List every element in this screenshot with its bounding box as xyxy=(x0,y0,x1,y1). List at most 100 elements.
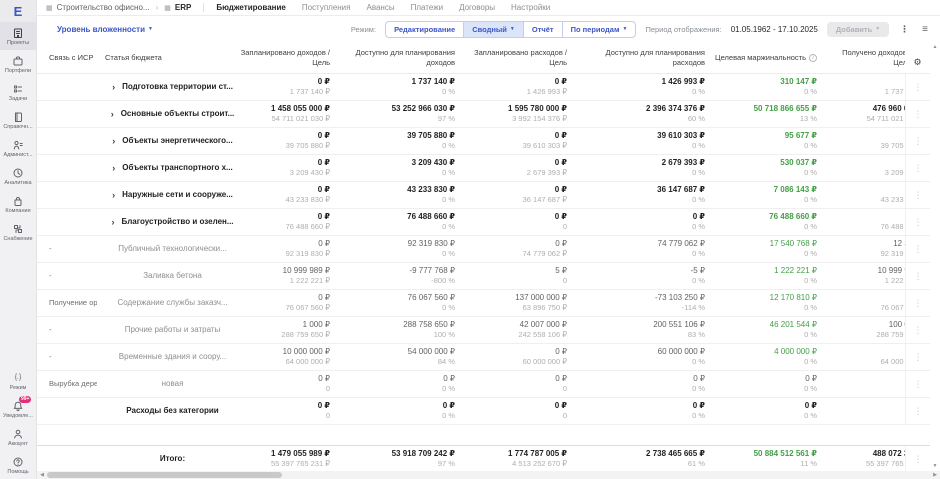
table-row[interactable]: Расходы без категории0 ₽00 ₽0 %0 ₽00 ₽0 … xyxy=(37,398,930,425)
app-grid-icon: ▦ xyxy=(164,4,171,12)
app-sidebar: E ПроектыПортфелиЗадачиСправочн...Админи… xyxy=(0,0,37,479)
sidebar-item-account[interactable]: Аккаунт xyxy=(0,423,36,451)
available-income-value: 53 918 709 242 ₽ xyxy=(330,449,455,459)
cell-row-actions: ⋮ xyxy=(905,290,930,316)
row-menu-icon[interactable]: ⋮ xyxy=(914,163,923,173)
expand-chevron-icon[interactable]: › xyxy=(112,190,115,200)
row-menu-icon[interactable]: ⋮ xyxy=(914,271,923,281)
table-row[interactable]: Получение орСодержание службы заказч...0… xyxy=(37,290,930,317)
nesting-level-dropdown[interactable]: Уровень вложенности ▼ xyxy=(57,25,153,34)
table-row[interactable]: ›Основные объекты строит...1 458 055 000… xyxy=(37,101,930,128)
scroll-left-icon[interactable]: ◀ xyxy=(37,472,47,478)
row-menu-icon[interactable]: ⋮ xyxy=(914,217,923,227)
table-row[interactable]: Вырубка дереновая0 ₽00 ₽0 %0 ₽00 ₽0 %0 ₽… xyxy=(37,371,930,398)
sidebar-item-notifications[interactable]: 99+Уведомле... xyxy=(0,395,36,423)
app-logo[interactable]: E xyxy=(0,0,36,22)
budget-item-label: Публичный технологически... xyxy=(118,244,227,254)
row-menu-icon[interactable]: ⋮ xyxy=(914,244,923,254)
tab-3[interactable]: Авансы xyxy=(366,3,394,12)
scroll-down-icon[interactable]: ▼ xyxy=(933,463,938,469)
row-menu-icon[interactable]: ⋮ xyxy=(914,82,923,92)
row-menu-icon[interactable]: ⋮ xyxy=(914,190,923,200)
row-menu-icon[interactable]: ⋮ xyxy=(914,136,923,146)
cell-available-income: -9 777 768 ₽-800 % xyxy=(330,266,455,286)
menu-icon[interactable]: ≡ xyxy=(920,24,930,35)
received-income-value: 476 960 000 ₽ xyxy=(817,104,905,114)
row-menu-icon[interactable]: ⋮ xyxy=(914,325,923,335)
expand-chevron-icon[interactable]: › xyxy=(111,217,114,227)
table-row[interactable]: -Публичный технологически...0 ₽92 319 83… xyxy=(37,236,930,263)
sidebar-item-company[interactable]: Компания xyxy=(0,190,36,218)
scroll-right-icon[interactable]: ▶ xyxy=(930,472,940,478)
planned-income-target: 39 705 880 ₽ xyxy=(240,141,330,151)
row-menu-icon[interactable]: ⋮ xyxy=(914,352,923,362)
sidebar-item-tasks[interactable]: Задачи xyxy=(0,78,36,106)
table-row[interactable]: -Прочие работы и затраты1 000 ₽288 759 6… xyxy=(37,317,930,344)
horizontal-scroll-thumb[interactable] xyxy=(47,472,282,478)
sidebar-item-administration[interactable]: Админист... xyxy=(0,134,36,162)
expand-chevron-icon[interactable]: › xyxy=(112,136,115,146)
sidebar-item-mode[interactable]: {.}Режим xyxy=(0,367,36,395)
table-row[interactable]: ›Объекты энергетического...0 ₽39 705 880… xyxy=(37,128,930,155)
cell-planned-income: 0 ₽76 488 660 ₽ xyxy=(240,212,330,232)
planned-income-value: 10 999 989 ₽ xyxy=(240,266,330,276)
sidebar-item-supply[interactable]: Снабжение xyxy=(0,218,36,246)
breadcrumb-project[interactable]: Строительство офисно... xyxy=(57,3,150,12)
planned-income-target: 3 209 430 ₽ xyxy=(240,168,330,178)
table-settings-gear-icon[interactable]: ⚙ xyxy=(913,57,921,67)
horizontal-scrollbar[interactable]: ◀ ▶ xyxy=(37,471,940,479)
available-expense-value: -73 103 250 ₽ xyxy=(567,293,705,303)
cell-available-income: 54 000 000 ₽84 % xyxy=(330,347,455,367)
target-margin-value: 50 718 866 655 ₽ xyxy=(705,104,817,114)
available-expense-target: 0 % xyxy=(567,87,705,97)
cell-target-margin: 530 037 ₽0 % xyxy=(705,158,817,178)
mode-button-1[interactable]: Редактирование xyxy=(386,22,463,37)
isr-value: Вырубка дере xyxy=(49,379,97,389)
planned-income-target: 76 067 560 ₽ xyxy=(240,303,330,313)
tab-5[interactable]: Договоры xyxy=(459,3,495,12)
mode-button-2[interactable]: Сводный▼ xyxy=(463,22,523,37)
notification-count-badge: 99+ xyxy=(19,396,31,403)
sidebar-item-directories[interactable]: Справочн... xyxy=(0,106,36,134)
vertical-scrollbar[interactable]: ▲ ▼ xyxy=(930,42,940,471)
row-menu-icon[interactable]: ⋮ xyxy=(914,109,923,119)
total-row[interactable]: Итого:1 479 055 989 ₽55 397 765 231 ₽53 … xyxy=(37,445,930,471)
table-row[interactable]: -Заливка бетона10 999 989 ₽1 222 221 ₽-9… xyxy=(37,263,930,290)
sidebar-item-help[interactable]: Помощь xyxy=(0,451,36,479)
info-icon[interactable]: i xyxy=(809,54,817,62)
scroll-up-icon[interactable]: ▲ xyxy=(933,44,938,50)
tab-6[interactable]: Настройки xyxy=(511,3,550,12)
help-icon xyxy=(12,456,24,468)
received-income-value: 0 ₽ xyxy=(817,293,905,303)
expand-chevron-icon[interactable]: › xyxy=(112,163,115,173)
expand-chevron-icon[interactable]: › xyxy=(111,109,114,119)
tab-2[interactable]: Поступления xyxy=(302,3,351,12)
sidebar-item-analytics[interactable]: Аналитика xyxy=(0,162,36,190)
table-row[interactable]: ›Наружные сети и сооруже...0 ₽43 233 830… xyxy=(37,182,930,209)
breadcrumb-app[interactable]: ERP xyxy=(175,3,191,12)
row-menu-icon[interactable]: ⋮ xyxy=(914,379,923,389)
row-menu-icon[interactable]: ⋮ xyxy=(914,406,923,416)
available-income-target: 0 % xyxy=(330,87,455,97)
mode-button-4[interactable]: По периодам▼ xyxy=(562,22,636,37)
more-options-icon[interactable]: ⋮ xyxy=(898,24,911,35)
sidebar-item-projects[interactable]: Проекты xyxy=(0,22,36,50)
table-row[interactable]: ›Объекты транспортного х...0 ₽3 209 430 … xyxy=(37,155,930,182)
supply-icon xyxy=(12,223,24,235)
tab-1[interactable]: Бюджетирование xyxy=(216,3,286,12)
add-button[interactable]: Добавить ▼ xyxy=(827,22,889,37)
table-row[interactable]: ›Благоустройство и озелен...0 ₽76 488 66… xyxy=(37,209,930,236)
mode-button-3[interactable]: Отчёт xyxy=(523,22,562,37)
planned-expense-target: 63 896 750 ₽ xyxy=(455,303,567,313)
cell-target-margin: 310 147 ₽0 % xyxy=(705,77,817,97)
cell-available-expense: 2 396 374 376 ₽60 % xyxy=(567,104,705,124)
expand-chevron-icon[interactable]: › xyxy=(112,82,115,92)
row-menu-icon[interactable]: ⋮ xyxy=(914,298,923,308)
table-row[interactable]: -Временные здания и соору...10 000 000 ₽… xyxy=(37,344,930,371)
sidebar-item-portfolios[interactable]: Портфели xyxy=(0,50,36,78)
period-value[interactable]: 01.05.1962 - 17.10.2025 xyxy=(731,25,818,34)
available-income-value: 0 ₽ xyxy=(330,401,455,411)
row-menu-icon[interactable]: ⋮ xyxy=(914,454,923,464)
tab-4[interactable]: Платежи xyxy=(411,3,443,12)
table-row[interactable]: ›Подготовка территории ст...0 ₽1 737 140… xyxy=(37,74,930,101)
